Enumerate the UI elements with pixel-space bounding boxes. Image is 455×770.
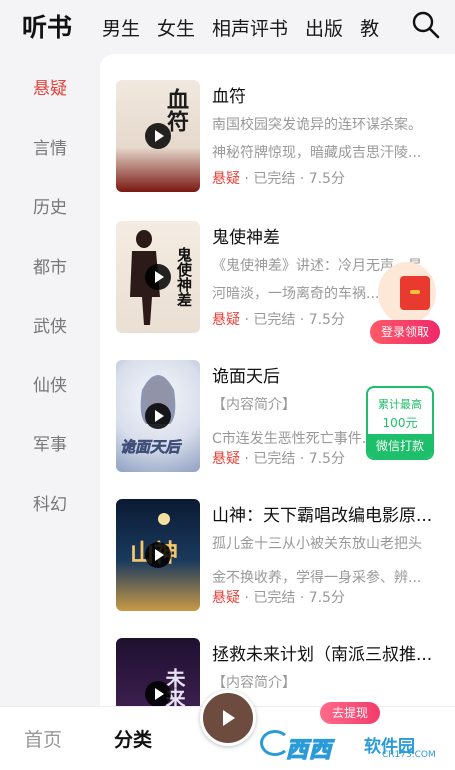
genre-tag: 悬疑 (212, 451, 240, 467)
top-tabs: 男生 女生 相声评书 出版教 (102, 0, 392, 54)
tab-female[interactable]: 女生 (157, 0, 195, 54)
tab-publishing[interactable]: 出版 (305, 0, 343, 54)
book-meta: 悬疑 · 已完结 · 7.5分 (212, 168, 345, 188)
book-title: 鬼使神差 (212, 228, 280, 248)
category-sidebar: 悬疑 言情 历史 都市 武侠 仙侠 军事 科幻 (0, 54, 100, 704)
genre-tag: 悬疑 (212, 171, 240, 187)
watermark-logo: 西西 软件园 CR173.COM (256, 722, 452, 764)
search-icon[interactable] (411, 10, 441, 40)
book-status: · 已完结 · 7.5分 (240, 171, 345, 187)
sidebar-item-xianxia[interactable]: 仙侠 (0, 371, 100, 396)
red-packet-icon (378, 262, 436, 324)
book-title: 拯救未来计划（南派三叔推... (212, 645, 433, 665)
play-icon[interactable] (145, 264, 171, 290)
book-title: 诡面天后 (212, 367, 280, 387)
genre-tag: 悬疑 (212, 312, 240, 328)
top-bar: 听书 男生 女生 相声评书 出版教 (0, 0, 455, 54)
sidebar-item-romance[interactable]: 言情 (0, 134, 100, 159)
watermark-name: 西西 (285, 737, 333, 763)
page-title: 听书 (22, 13, 73, 42)
book-description: 南国校园突发诡异的连环谋杀案。 (212, 117, 422, 133)
book-description: 金不换收养，学得一身采参、辨... (212, 570, 422, 586)
wechat-payout-button[interactable]: 微信打款 (368, 434, 432, 458)
play-icon[interactable] (145, 123, 171, 149)
tab-education[interactable]: 教 (360, 0, 379, 54)
book-cover[interactable]: 山神 (116, 499, 200, 611)
book-description: 【内容简介】 (212, 675, 296, 691)
tab-male[interactable]: 男生 (102, 0, 140, 54)
sidebar-item-military[interactable]: 军事 (0, 430, 100, 455)
payout-amount: 100元 (382, 416, 418, 430)
play-icon[interactable] (145, 542, 171, 568)
sidebar-item-urban[interactable]: 都市 (0, 253, 100, 278)
sidebar-item-history[interactable]: 历史 (0, 193, 100, 218)
login-claim-button[interactable]: 登录领取 (370, 320, 440, 344)
payout-caption: 累计最高 (378, 398, 422, 411)
sidebar-item-scifi[interactable]: 科幻 (0, 490, 100, 515)
book-meta: 悬疑 · 已完结 · 7.5分 (212, 587, 345, 607)
tab-crosstalk[interactable]: 相声评书 (212, 0, 288, 54)
withdraw-button[interactable]: 去提现 (320, 702, 380, 724)
play-icon (223, 710, 235, 726)
book-description: 孤儿金十三从小被关东放山老把头 (212, 536, 422, 552)
book-description: 神秘符牌惊现，暗藏成吉思汗陵... (212, 145, 422, 161)
book-meta: 悬疑 · 已完结 · 7.5分 (212, 309, 345, 329)
sidebar-item-suspense[interactable]: 悬疑 (0, 74, 100, 99)
list-item[interactable]: 血符 血符 南国校园突发诡异的连环谋杀案。 神秘符牌惊现，暗藏成吉思汗陵... … (100, 80, 455, 208)
list-item[interactable]: 未来 拯救未来计划（南派三叔推... 【内容简介】 (100, 638, 455, 706)
book-meta: 悬疑 · 已完结 · 7.5分 (212, 448, 345, 468)
watermark-url: CR173.COM (382, 750, 436, 760)
cover-title: 鬼使神差 (175, 247, 193, 307)
book-title: 血符 (212, 87, 246, 107)
book-cover[interactable]: 未来 (116, 638, 200, 706)
sidebar-item-wuxia[interactable]: 武侠 (0, 312, 100, 337)
book-list: 血符 血符 南国校园突发诡异的连环谋杀案。 神秘符牌惊现，暗藏成吉思汗陵... … (100, 54, 455, 706)
moon-icon (158, 513, 170, 525)
nav-category[interactable]: 分类 (114, 725, 152, 752)
cover-title: 诡面天后 (120, 438, 181, 457)
book-status: · 已完结 · 7.5分 (240, 312, 345, 328)
book-status: · 已完结 · 7.5分 (240, 451, 345, 467)
list-item[interactable]: 山神 山神：天下霸唱改编电影原... 孤儿金十三从小被关东放山老把头 金不换收养… (100, 499, 455, 627)
book-title: 山神：天下霸唱改编电影原... (212, 506, 433, 526)
wechat-payout-promo[interactable]: 累计最高 100元 微信打款 (366, 386, 434, 460)
play-icon[interactable] (145, 403, 171, 429)
book-cover[interactable]: 血符 (116, 80, 200, 192)
mini-player-button[interactable] (200, 690, 256, 746)
red-packet-promo[interactable]: 登录领取 (370, 262, 440, 346)
play-icon[interactable] (145, 681, 171, 706)
nav-home[interactable]: 首页 (24, 725, 62, 752)
book-cover[interactable]: 鬼使神差 (116, 221, 200, 333)
genre-tag: 悬疑 (212, 590, 240, 606)
book-status: · 已完结 · 7.5分 (240, 590, 345, 606)
book-cover[interactable]: 诡面天后 (116, 360, 200, 472)
